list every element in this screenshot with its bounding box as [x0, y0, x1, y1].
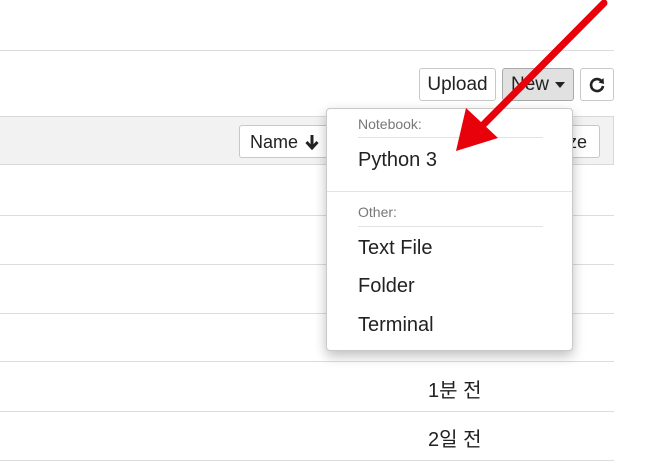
- menu-divider: [358, 137, 543, 138]
- notebook-section-header: Notebook:: [358, 116, 422, 132]
- caret-down-icon: [555, 81, 565, 88]
- row-divider: [0, 411, 614, 412]
- row-divider: [0, 460, 614, 461]
- new-dropdown-menu: Notebook: Python 3 Other: Text File Fold…: [326, 108, 573, 351]
- new-button-label: New: [510, 74, 549, 95]
- menu-divider: [358, 226, 543, 227]
- row-divider: [0, 361, 614, 362]
- other-section-header: Other:: [358, 204, 397, 220]
- menu-item-terminal[interactable]: Terminal: [358, 314, 434, 337]
- menu-item-python-3[interactable]: Python 3: [358, 149, 437, 172]
- upload-button-label: Upload: [427, 74, 488, 95]
- refresh-icon: [589, 77, 605, 92]
- menu-divider: [327, 191, 572, 192]
- sort-name-label: Name: [249, 131, 298, 152]
- refresh-button[interactable]: [580, 68, 614, 101]
- modified-time: 1분 전: [428, 380, 482, 402]
- modified-time: 2일 전: [428, 429, 482, 451]
- new-button[interactable]: New: [502, 68, 574, 101]
- top-divider: [0, 50, 614, 51]
- upload-button[interactable]: Upload: [419, 68, 496, 101]
- arrow-down-icon: [305, 134, 319, 150]
- sort-by-name-button[interactable]: Name: [239, 125, 331, 158]
- menu-item-text-file[interactable]: Text File: [358, 237, 432, 260]
- menu-item-folder[interactable]: Folder: [358, 275, 415, 298]
